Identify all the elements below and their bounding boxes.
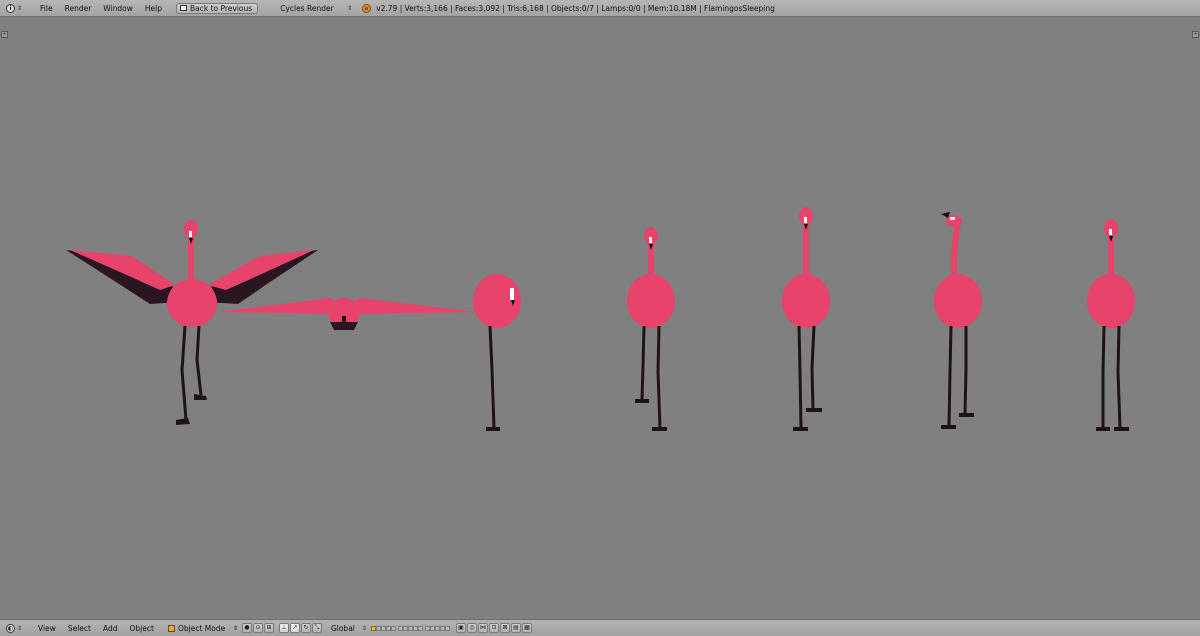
updown-arrow-icon: ⇕ [17, 4, 23, 12]
updown-arrow-icon: ⇕ [361, 624, 367, 632]
lock-layers-icon[interactable]: ▣ [455, 623, 466, 633]
menu-file[interactable]: File [34, 4, 59, 13]
transform-orientation-dropdown[interactable]: Global ⇕ [331, 624, 367, 633]
menu-window[interactable]: Window [97, 4, 139, 13]
flamingo-standing[interactable] [627, 227, 675, 431]
layer-button[interactable] [390, 625, 396, 631]
flamingo-wings-spread[interactable] [66, 220, 318, 425]
object-mode-label: Object Mode [177, 623, 226, 633]
scene-stats-text: v2.79 | Verts:3,166 | Faces:3,092 | Tris… [376, 3, 775, 13]
pivot-origins-icon[interactable]: ⊞ [263, 623, 274, 633]
3d-viewport[interactable]: + + [0, 17, 1200, 619]
render-engine-dropdown[interactable]: Cycles Render ⇕ [280, 4, 352, 13]
3d-view-icon: ◐ [6, 623, 15, 633]
menu-select[interactable]: Select [62, 624, 97, 633]
translate-manipulator-icon[interactable]: ↗ [289, 623, 300, 633]
scene-render [66, 207, 1135, 431]
manipulator-toggle-icon[interactable]: ⊥ [278, 623, 289, 633]
back-to-previous-label: Back to Previous [189, 3, 253, 13]
opengl-render-icon[interactable]: ▤ [510, 623, 521, 633]
snap-target-icon[interactable]: ⊠ [499, 623, 510, 633]
scene-stats: v2.79 | Verts:3,166 | Faces:3,092 | Tris… [362, 3, 775, 13]
snap-element-icon[interactable]: ⊡ [488, 623, 499, 633]
info-header: i ⇕ File Render Window Help Back to Prev… [0, 0, 1200, 17]
render-engine-label: Cycles Render [280, 3, 334, 13]
object-mode-content: Object Mode [167, 623, 226, 633]
layer-button[interactable] [417, 625, 423, 631]
flamingo-standing[interactable] [1087, 219, 1135, 431]
flamingo-sleeping[interactable] [473, 274, 521, 431]
proportional-editing-icon[interactable]: ◎ [466, 623, 477, 633]
flamingo-flying[interactable] [218, 298, 476, 330]
screen-back-icon [179, 5, 187, 11]
flamingo-head-turned[interactable] [934, 212, 982, 429]
snap-toggle-icon[interactable]: ⋈ [477, 623, 488, 633]
menu-add[interactable]: Add [97, 624, 124, 633]
menu-help[interactable]: Help [139, 4, 168, 13]
flamingo-standing[interactable] [782, 207, 830, 431]
viewport-shading-icon[interactable]: ● [241, 623, 252, 633]
menu-render[interactable]: Render [59, 4, 98, 13]
updown-arrow-icon: ⇕ [17, 624, 23, 632]
rotate-manipulator-icon[interactable]: ↻ [300, 623, 311, 633]
info-icon: i [6, 3, 15, 13]
pivot-point-icon[interactable]: ⊙ [252, 623, 263, 633]
orientation-label: Global [330, 623, 355, 633]
back-to-previous-button[interactable]: Back to Previous [175, 2, 259, 14]
blender-window: i ⇕ File Render Window Help Back to Prev… [0, 0, 1200, 636]
updown-arrow-icon: ⇕ [347, 4, 353, 12]
editor-type-selector[interactable]: ◐ ⇕ [6, 623, 23, 633]
layer-buttons [370, 625, 450, 631]
updown-arrow-icon: ⇕ [232, 624, 238, 632]
snapping-group: ▣ ◎ ⋈ ⊡ ⊠ ▤ ▦ [455, 623, 533, 633]
blender-logo-icon [362, 3, 372, 13]
menu-object[interactable]: Object [124, 624, 160, 633]
editor-type-selector[interactable]: i ⇕ [6, 3, 23, 13]
viewport-shading-group: ● ⊙ ⊞ [241, 623, 275, 633]
object-mode-dropdown[interactable]: Object Mode ⇕ [167, 623, 238, 633]
scale-manipulator-icon[interactable]: ⤡ [311, 623, 322, 633]
3d-view-header: ◐ ⇕ View Select Add Object Object Mode ⇕… [0, 619, 1200, 636]
opengl-animation-icon[interactable]: ▦ [521, 623, 532, 633]
manipulator-group: ⊥ ↗ ↻ ⤡ [278, 623, 323, 633]
layer-button[interactable] [444, 625, 450, 631]
menu-view[interactable]: View [32, 624, 62, 633]
object-mode-icon [167, 624, 175, 632]
